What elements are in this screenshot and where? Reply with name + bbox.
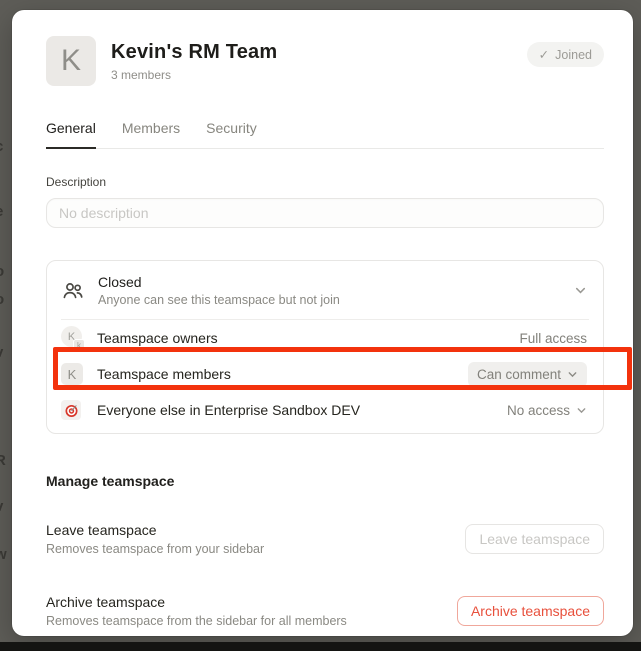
permission-level-everyone-dropdown[interactable]: No access [507, 403, 587, 418]
permission-row-owners[interactable]: K k Teamspace owners Full access [47, 320, 603, 356]
background-fragment: e [0, 203, 3, 220]
background-fragment: w [0, 546, 7, 563]
dialog-header: K Kevin's RM Team 3 members ✓ Joined [46, 36, 604, 86]
teamspace-avatar: K [46, 36, 96, 86]
background-fragment: c [0, 138, 3, 155]
permission-row-label: Teamspace owners [97, 330, 519, 346]
access-level-title: Closed [98, 274, 574, 290]
archive-teamspace-subtitle: Removes teamspace from the sidebar for a… [46, 614, 457, 628]
permission-level-value: Can comment [477, 367, 561, 382]
screen-bottom-edge [0, 642, 641, 651]
access-level-selector[interactable]: Closed Anyone can see this teamspace but… [47, 261, 603, 319]
permission-level-owners: Full access [519, 331, 587, 346]
avatar: k [73, 339, 85, 351]
background-fragment: v [0, 498, 3, 515]
tab-general[interactable]: General [46, 120, 96, 149]
description-label: Description [46, 175, 604, 189]
leave-teamspace-texts: Leave teamspace Removes teamspace from y… [46, 522, 465, 556]
archive-teamspace-button[interactable]: Archive teamspace [457, 596, 604, 626]
chevron-down-icon [576, 405, 587, 416]
workspace-icon-cell [61, 400, 85, 420]
chevron-down-icon [567, 369, 578, 380]
joined-badge-label: Joined [555, 48, 592, 62]
permission-level-value: No access [507, 403, 570, 418]
access-level-text: Closed Anyone can see this teamspace but… [98, 274, 574, 307]
people-icon [61, 279, 85, 303]
owners-avatar-stack: K k [61, 326, 85, 350]
workspace-target-icon [61, 400, 81, 420]
chevron-down-icon [574, 284, 587, 297]
background-fragment: o [0, 291, 4, 308]
tab-security[interactable]: Security [206, 120, 257, 148]
background-fragment: o [0, 263, 4, 280]
tab-members[interactable]: Members [122, 120, 180, 148]
description-input[interactable] [46, 198, 604, 228]
leave-teamspace-button[interactable]: Leave teamspace [465, 524, 604, 554]
check-icon: ✓ [539, 47, 549, 62]
background-fragment: R [0, 452, 6, 469]
teamspace-title: Kevin's RM Team [111, 41, 527, 64]
settings-tabs: General Members Security [46, 120, 604, 149]
teamspace-settings-dialog: K Kevin's RM Team 3 members ✓ Joined Gen… [12, 10, 633, 636]
manage-teamspace-heading: Manage teamspace [46, 473, 604, 489]
leave-teamspace-title: Leave teamspace [46, 522, 465, 538]
members-avatar: K [61, 363, 85, 385]
avatar: K [61, 363, 83, 385]
archive-teamspace-texts: Archive teamspace Removes teamspace from… [46, 594, 457, 628]
permission-row-label: Teamspace members [97, 366, 468, 382]
screen: { "background": { "fragments": [ {"ch": … [0, 0, 641, 651]
permission-level-members-dropdown[interactable]: Can comment [468, 362, 587, 387]
joined-badge[interactable]: ✓ Joined [527, 42, 604, 67]
archive-teamspace-row: Archive teamspace Removes teamspace from… [46, 594, 604, 628]
leave-teamspace-row: Leave teamspace Removes teamspace from y… [46, 522, 604, 556]
permission-row-members[interactable]: K Teamspace members Can comment [47, 356, 603, 392]
archive-teamspace-title: Archive teamspace [46, 594, 457, 610]
permission-row-label: Everyone else in Enterprise Sandbox DEV [97, 402, 507, 418]
permission-row-everyone[interactable]: Everyone else in Enterprise Sandbox DEV … [47, 392, 603, 428]
leave-teamspace-subtitle: Removes teamspace from your sidebar [46, 542, 465, 556]
member-count: 3 members [111, 68, 527, 82]
permissions-panel: Closed Anyone can see this teamspace but… [46, 260, 604, 434]
background-fragment: v [0, 344, 3, 361]
access-level-subtitle: Anyone can see this teamspace but not jo… [98, 293, 574, 307]
header-titles: Kevin's RM Team 3 members [111, 41, 527, 82]
